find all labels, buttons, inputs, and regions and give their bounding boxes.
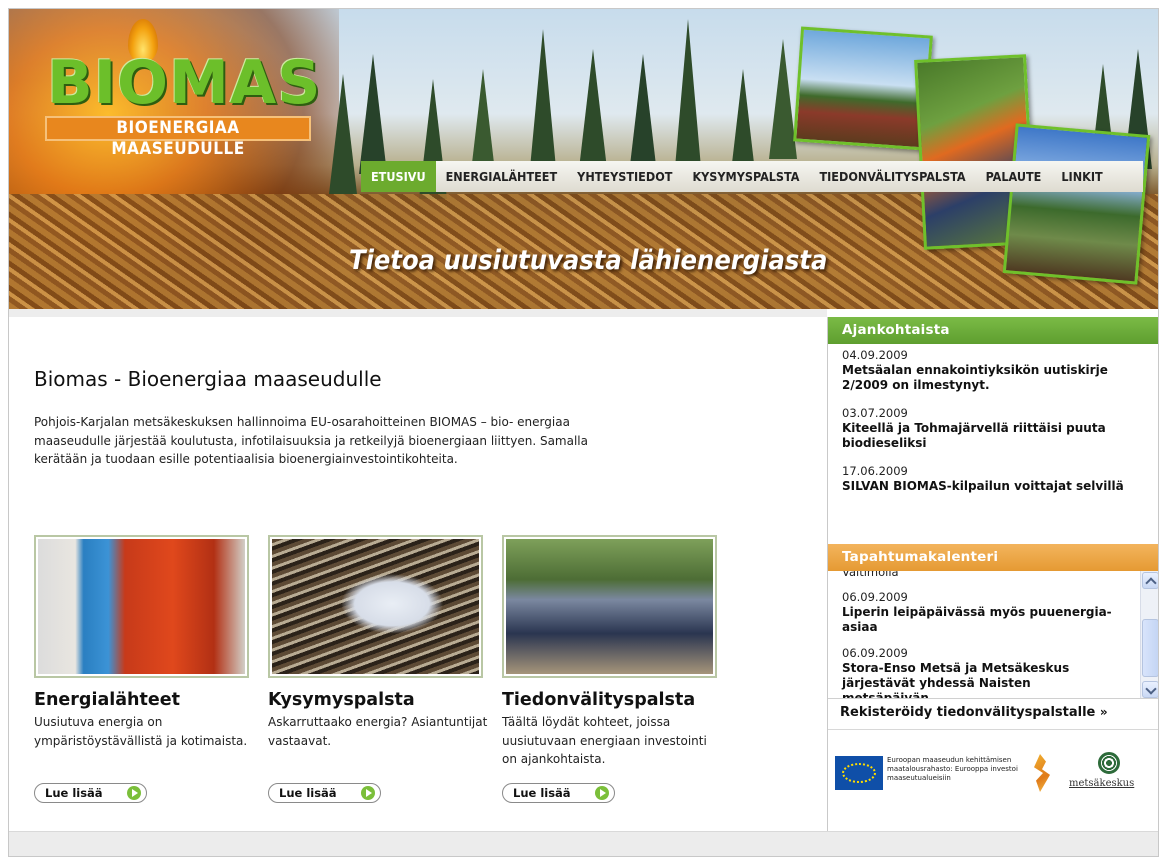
sidebar: Ajankohtaista 04.09.2009 Metsäalan ennak… [827, 317, 1158, 831]
event-item[interactable]: 06.09.2009 Stora-Enso Metsä ja Metsäkesk… [828, 646, 1133, 698]
scroll-down-arrow-icon[interactable] [1142, 681, 1158, 698]
header-photo-building [793, 26, 933, 151]
event-title[interactable]: Liperin leipäpäivässä myös puuenergia-as… [842, 605, 1119, 635]
card-title[interactable]: Tiedonvälityspalsta [502, 690, 722, 710]
arrow-right-icon [360, 786, 375, 800]
arrow-right-icon [126, 786, 141, 800]
card-image-crowd[interactable] [502, 535, 717, 678]
register-link[interactable]: Rekisteröidy tiedonvälityspalstalle » [828, 699, 1158, 730]
news-title[interactable]: Metsäalan ennakointiyksikön uutiskirje 2… [842, 363, 1146, 393]
news-title[interactable]: SILVAN BIOMAS-kilpailun voittajat selvil… [842, 479, 1146, 494]
event-item[interactable]: Valtimolla [828, 571, 1133, 580]
read-more-button[interactable]: Lue lisää [34, 783, 147, 803]
event-item[interactable]: 06.09.2009 Liperin leipäpäivässä myös pu… [828, 590, 1133, 635]
news-heading: Ajankohtaista [828, 317, 1158, 344]
nav-etusivu[interactable]: ETUSIVU [361, 161, 436, 192]
header-photo-forest-machine [1002, 123, 1151, 285]
arrow-right-icon [594, 786, 609, 800]
logo-subtitle: BIOENERGIAA MAASEUDULLE [45, 116, 311, 159]
intro-text: Pohjois-Karjalan metsäkeskuksen hallinno… [34, 415, 588, 466]
logo-wordmark: BIOMAS [47, 48, 322, 118]
main-navigation: ETUSIVU ENERGIALÄHTEET YHTEYSTIEDOT KYSY… [361, 161, 1143, 192]
scroll-up-arrow-icon[interactable] [1142, 572, 1158, 589]
register-link-label: Rekisteröidy tiedonvälityspalstalle [840, 705, 1096, 720]
event-date: 06.09.2009 [842, 590, 908, 604]
nav-linkit[interactable]: LINKIT [1051, 161, 1112, 192]
biomas-logo[interactable]: BIOMAS BIOENERGIAA MAASEUDULLE [43, 19, 320, 159]
nav-yhteystiedot[interactable]: YHTEYSTIEDOT [567, 161, 682, 192]
double-arrow-icon: » [1099, 705, 1108, 719]
news-item[interactable]: 04.09.2009 Metsäalan ennakointiyksikön u… [828, 348, 1158, 393]
tree [674, 19, 702, 179]
read-more-button[interactable]: Lue lisää [502, 783, 615, 803]
card-image-sign[interactable] [268, 535, 483, 678]
header-tagline: Tietoa uusiutuvasta lähienergiasta [349, 245, 828, 276]
card-kysymyspalsta: Kysymyspalsta Askarruttaako energia? Asi… [268, 535, 488, 803]
page-title: Biomas - Bioenergiaa maaseudulle [34, 367, 382, 391]
nav-tiedonvalityspalsta[interactable]: TIEDONVÄLITYSPALSTA [809, 161, 975, 192]
events-scrollbar[interactable] [1140, 571, 1158, 698]
card-title[interactable]: Energialähteet [34, 690, 254, 710]
main-content: Biomas - Bioenergiaa maaseudulle Pohjois… [9, 309, 827, 831]
news-item[interactable]: 17.06.2009 SILVAN BIOMAS-kilpailun voitt… [828, 464, 1158, 494]
news-date: 17.06.2009 [842, 464, 908, 478]
card-text: Täältä löydät kohteet, joissa uusiutuvaa… [502, 715, 707, 766]
card-energialahteet: Energialähteet Uusiutuva energia on ympä… [34, 535, 254, 803]
news-title[interactable]: Kiteellä ja Tohmajärvellä riittäisi puut… [842, 421, 1146, 451]
card-title[interactable]: Kysymyspalsta [268, 690, 488, 710]
read-more-label: Lue lisää [279, 786, 337, 800]
events-list: Valtimolla 06.09.2009 Liperin leipäpäivä… [828, 571, 1133, 698]
metsakeskus-logo-icon[interactable] [1098, 752, 1120, 774]
event-title[interactable]: Stora-Enso Metsä ja Metsäkeskus järjestä… [842, 661, 1119, 698]
scroll-thumb[interactable] [1142, 619, 1158, 677]
nav-palaute[interactable]: PALAUTE [976, 161, 1052, 192]
tree [579, 49, 607, 169]
card-image-boiler[interactable] [34, 535, 249, 678]
read-more-label: Lue lisää [513, 786, 571, 800]
events-heading: Tapahtumakalenteri [828, 544, 1158, 571]
site-header: BIOMAS BIOENERGIAA MAASEUDULLE ETUSIVU E… [9, 9, 1158, 309]
news-date: 04.09.2009 [842, 348, 908, 362]
tree [529, 29, 557, 179]
read-more-label: Lue lisää [45, 786, 103, 800]
news-list: 04.09.2009 Metsäalan ennakointiyksikön u… [828, 348, 1158, 544]
news-date: 03.07.2009 [842, 406, 908, 420]
events-scroll-area[interactable]: Valtimolla 06.09.2009 Liperin leipäpäivä… [828, 571, 1158, 699]
news-item[interactable]: 03.07.2009 Kiteellä ja Tohmajärvellä rii… [828, 406, 1158, 451]
page: BIOMAS BIOENERGIAA MAASEUDULLE ETUSIVU E… [8, 8, 1159, 857]
read-more-button[interactable]: Lue lisää [268, 783, 381, 803]
event-date: 06.09.2009 [842, 646, 908, 660]
tree [359, 54, 387, 174]
metsakeskus-logo-text[interactable]: metsäkeskus [1069, 778, 1134, 789]
partner-logos: Euroopan maaseudun kehittämisen maatalou… [828, 730, 1158, 805]
card-text: Askarruttaako energia? Asiantuntijat vas… [268, 715, 488, 748]
nav-kysymyspalsta[interactable]: KYSYMYSPALSTA [682, 161, 809, 192]
tree [329, 74, 357, 194]
card-text: Uusiutuva energia on ympäristöystävällis… [34, 715, 248, 748]
card-tiedonvalityspalsta: Tiedonvälityspalsta Täältä löydät kohtee… [502, 535, 722, 803]
nav-energialahteet[interactable]: ENERGIALÄHTEET [436, 161, 568, 192]
footer-bar [9, 831, 1158, 856]
eu-funding-text: Euroopan maaseudun kehittämisen maatalou… [887, 756, 1018, 782]
eu-stars-icon [842, 763, 876, 783]
tree [629, 54, 657, 174]
event-cutoff-text: Valtimolla [842, 571, 899, 579]
